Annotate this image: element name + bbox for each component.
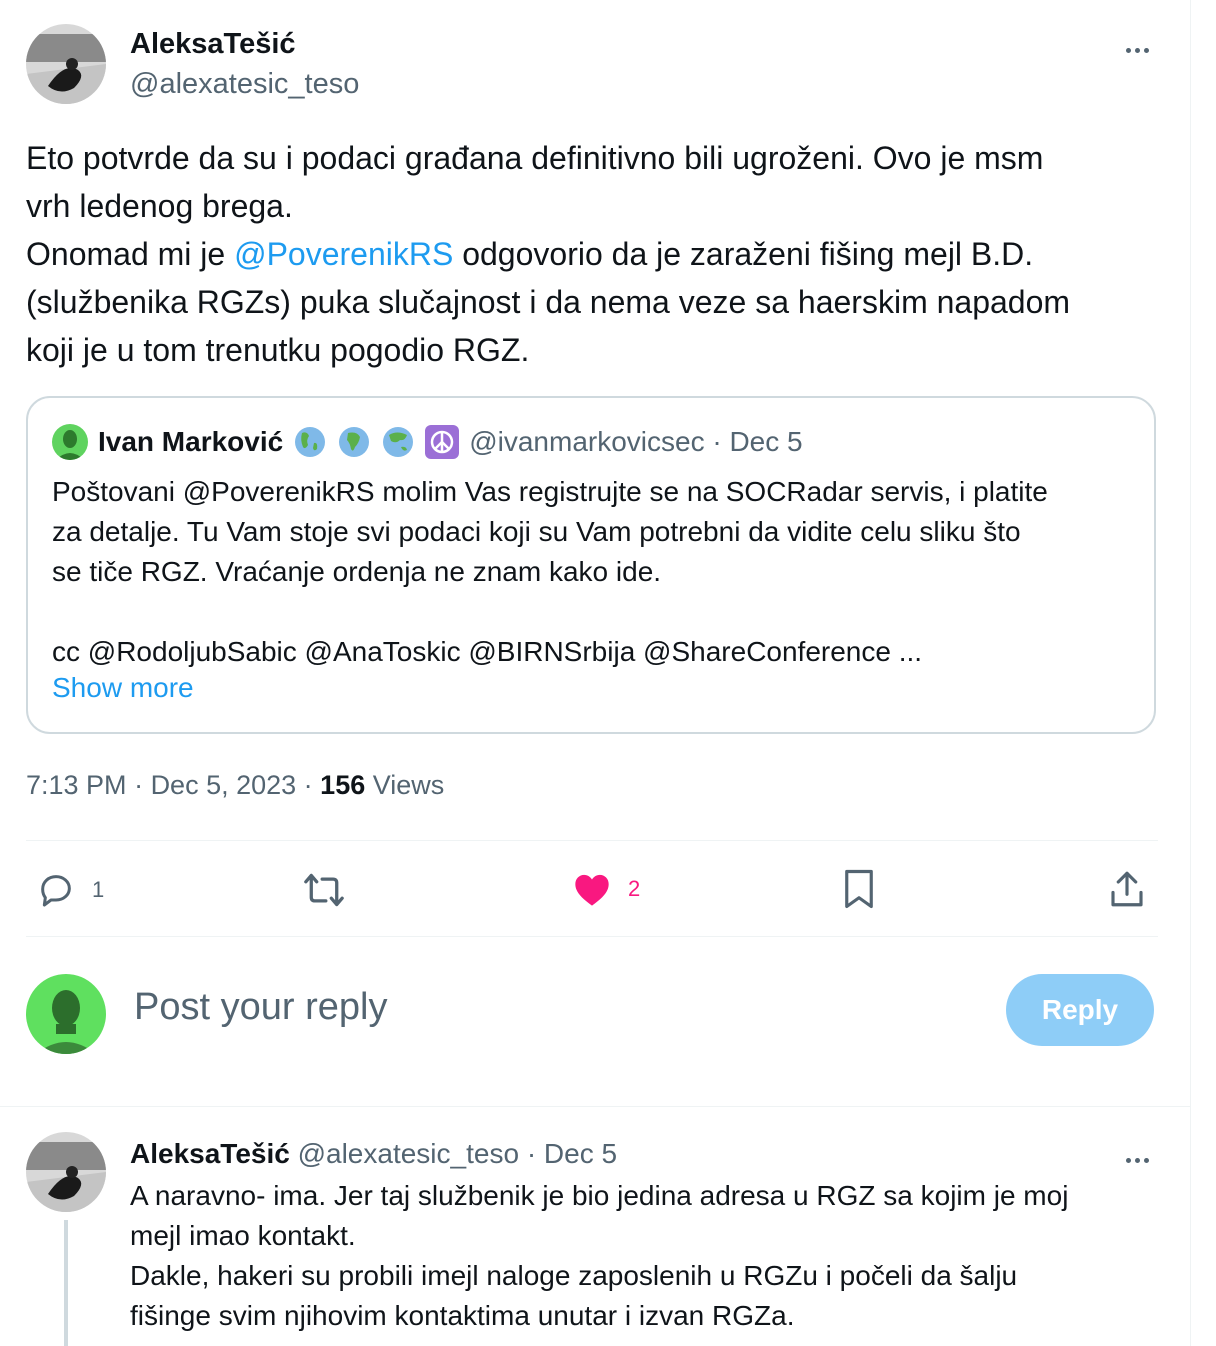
reply-action-button[interactable]: 1 xyxy=(36,870,104,910)
repost-action-button[interactable] xyxy=(302,870,346,910)
reply-author-handle[interactable]: @alexatesic_teso xyxy=(298,1138,519,1169)
tweet-text-segment: Onomad mi je xyxy=(26,236,235,272)
tweet-text-line: Eto potvrde da su i podaci građana defin… xyxy=(26,134,1166,182)
quoted-tweet-header: Ivan Marković @ivanmarkovicsec · Dec 5 xyxy=(52,424,803,460)
like-count: 2 xyxy=(628,876,641,901)
reply-button[interactable]: Reply xyxy=(1006,974,1154,1046)
quoted-author-name[interactable]: Ivan Marković xyxy=(98,426,283,458)
divider xyxy=(0,1106,1190,1107)
repost-icon xyxy=(304,873,344,907)
mention-link[interactable]: @PoverenikRS xyxy=(234,236,453,272)
tweet-text-line: (službenika RGZs) puka slučajnost i da n… xyxy=(26,278,1166,326)
divider xyxy=(26,840,1158,841)
reply-text-line: Dakle, hakeri su probili imejl naloge za… xyxy=(130,1260,1018,1291)
quoted-text-line xyxy=(52,592,1142,632)
tweet-text: Eto potvrde da su i podaci građana defin… xyxy=(26,134,1166,374)
quoted-tweet-meta[interactable]: @ivanmarkovicsec · Dec 5 xyxy=(469,426,802,458)
dot-icon xyxy=(1144,48,1149,53)
current-user-avatar[interactable] xyxy=(26,974,106,1054)
globe-asia-icon xyxy=(381,425,415,459)
reply-text-line: mejl imao kontakt. xyxy=(130,1220,356,1251)
quoted-tweet[interactable]: Ivan Marković @ivanmarkovicsec · Dec 5 P… xyxy=(26,396,1156,734)
bookmark-icon xyxy=(845,869,873,909)
reply-count: 1 xyxy=(92,877,105,902)
reply-icon xyxy=(41,875,71,907)
tweet-time[interactable]: 7:13 PM xyxy=(26,770,127,800)
dot-icon xyxy=(1135,48,1140,53)
dot-icon xyxy=(1126,48,1131,53)
reply-text-line: fišinge svim njihovim kontaktima unutar … xyxy=(130,1300,795,1331)
quoted-text-line: za detalje. Tu Vam stoje svi podaci koji… xyxy=(52,516,1021,547)
author-handle[interactable]: @alexatesic_teso xyxy=(130,68,359,101)
dot-icon xyxy=(1144,1158,1149,1163)
tweet-text-segment: odgovorio da je zaraženi fišing mejl B.D… xyxy=(453,236,1034,272)
more-options-button[interactable] xyxy=(1126,40,1153,58)
quoted-text-line: se tiče RGZ. Vraćanje ordenja ne znam ka… xyxy=(52,556,662,587)
quoted-author-avatar[interactable] xyxy=(52,424,88,460)
reply-text: A naravno- ima. Jer taj službenik je bio… xyxy=(130,1176,1170,1336)
reply-author-avatar[interactable] xyxy=(26,1132,106,1212)
tweet-text-segment: koji je u tom trenutku pogodio RGZ. xyxy=(26,332,530,368)
dot-icon xyxy=(1126,1158,1131,1163)
views-count: 156 xyxy=(320,770,366,800)
tweet-timestamp: 7:13 PM · Dec 5, 2023 · 156 Views xyxy=(26,770,445,800)
share-icon xyxy=(1111,871,1143,907)
reply-author-name[interactable]: AleksaTešić xyxy=(130,1138,290,1169)
globe-africa-icon xyxy=(337,425,371,459)
show-more-link[interactable]: Show more xyxy=(52,672,194,704)
tweet-text-segment: (službenika RGZs) puka slučajnost i da n… xyxy=(26,284,1071,320)
tweet-date[interactable]: Dec 5, 2023 xyxy=(151,770,297,800)
divider xyxy=(26,936,1158,937)
heart-icon xyxy=(575,874,609,906)
tweet-text-segment: vrh ledenog brega. xyxy=(26,188,293,224)
reply-text-line: A naravno- ima. Jer taj službenik je bio… xyxy=(130,1180,1069,1211)
quoted-text-line: Poštovani @PoverenikRS molim Vas registr… xyxy=(52,476,1048,507)
reply-input[interactable]: Post your reply xyxy=(134,986,387,1029)
reply-more-options-button[interactable] xyxy=(1126,1150,1153,1168)
peace-icon xyxy=(425,425,460,459)
quoted-tweet-text: Poštovani @PoverenikRS molim Vas registr… xyxy=(52,472,1142,672)
share-action-button[interactable] xyxy=(1108,868,1146,910)
views-label: Views xyxy=(372,770,445,800)
bookmark-action-button[interactable] xyxy=(842,868,876,910)
dot-icon xyxy=(1135,1158,1140,1163)
like-action-button[interactable]: 2 xyxy=(572,870,640,908)
tweet-column: AleksaTešić @alexatesic_teso Eto potvrde… xyxy=(0,0,1191,1346)
author-avatar[interactable] xyxy=(26,24,106,104)
quoted-text-line: cc @RodoljubSabic @AnaToskic @BIRNSrbija… xyxy=(52,636,923,667)
reply-header: AleksaTešić @alexatesic_teso · Dec 5 xyxy=(130,1138,617,1170)
reply-meta[interactable]: · Dec 5 xyxy=(527,1138,617,1169)
globe-americas-icon xyxy=(293,425,327,459)
tweet-text-line: vrh ledenog brega. xyxy=(26,182,1166,230)
tweet-text-segment: Eto potvrde da su i podaci građana defin… xyxy=(26,140,1044,176)
thread-connector xyxy=(64,1220,68,1346)
author-name[interactable]: AleksaTešić xyxy=(130,28,296,61)
tweet-text-line: koji je u tom trenutku pogodio RGZ. xyxy=(26,326,1166,374)
tweet-text-line: Onomad mi je @PoverenikRS odgovorio da j… xyxy=(26,230,1166,278)
